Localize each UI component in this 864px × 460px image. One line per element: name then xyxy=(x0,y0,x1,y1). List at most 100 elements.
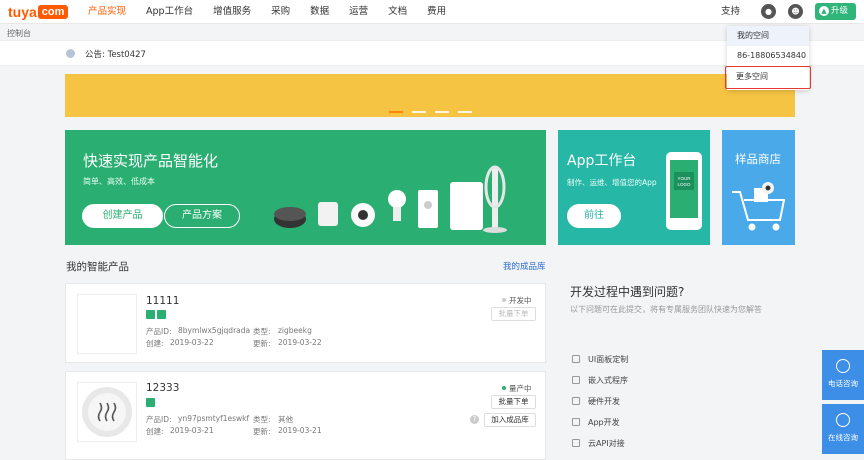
help-item-label: 硬件开发 xyxy=(588,397,620,406)
logo-tail: com xyxy=(37,4,69,19)
product-id-label: 产品ID: xyxy=(146,415,172,424)
product-card[interactable]: 11111 产品ID: 8bymlwx5gjqdrada 类型: zigbeek… xyxy=(65,283,546,363)
carousel-dot[interactable] xyxy=(458,111,472,113)
app-workbench-card: App工作台 制作、运维、增值您的App 前往 YOUR LOGO xyxy=(558,130,710,245)
card-title: App工作台 xyxy=(567,153,637,169)
carousel-dots xyxy=(389,111,481,113)
my-product-library-link[interactable]: 我的成品库 xyxy=(503,260,546,272)
card-title: 快速实现产品智能化 xyxy=(83,152,219,170)
phone-consult-label: 电话咨询 xyxy=(828,379,858,388)
help-item-ui-panel[interactable]: UI面板定制 xyxy=(572,354,628,375)
product-id-label: 产品ID: xyxy=(146,327,172,336)
tuya-logo[interactable]: tuya com xyxy=(8,3,69,20)
wifi-icon xyxy=(157,310,166,319)
phone-illustration: YOUR LOGO xyxy=(666,152,702,230)
product-card[interactable]: 12333 产品ID: yn97psmtyf1eswkf 类型: 其他 创建: … xyxy=(65,371,546,460)
created-label: 创建: xyxy=(146,427,164,436)
updated-label: 更新: xyxy=(253,427,271,436)
nav-value-added[interactable]: 增值服务 xyxy=(213,0,251,24)
space-dropdown: 我的空间 86-18806534840 更多空间 xyxy=(725,26,811,90)
nav-operation[interactable]: 运营 xyxy=(349,0,368,24)
goto-button[interactable]: 前往 xyxy=(567,204,621,228)
product-type: 其他 xyxy=(278,415,293,424)
phone-logo-line2: LOGO xyxy=(677,182,691,187)
card-subtitle: 制作、运维、增值您的App xyxy=(567,178,657,187)
help-item-label: 嵌入式程序 xyxy=(588,376,628,385)
help-item-label: UI面板定制 xyxy=(588,355,629,364)
announcement-icon xyxy=(66,49,75,58)
menu-account[interactable]: 86-18806534840 xyxy=(727,46,809,66)
status-text: 开发中 xyxy=(509,296,532,305)
create-product-button[interactable]: 创建产品 xyxy=(82,204,163,228)
created-date: 2019-03-22 xyxy=(170,338,214,347)
logo-text: tuya xyxy=(8,3,37,20)
help-item-label: App开发 xyxy=(588,418,620,427)
nav-billing[interactable]: 费用 xyxy=(427,0,446,24)
user-avatar-icon[interactable]: ☻ xyxy=(788,4,803,19)
help-item-app[interactable]: App开发 xyxy=(572,417,628,438)
wifi-icon xyxy=(146,398,155,407)
nav-app-workbench[interactable]: App工作台 xyxy=(146,0,193,24)
support-link[interactable]: 支持 xyxy=(721,0,740,24)
message-icon[interactable]: ● xyxy=(761,4,776,19)
carousel-dot[interactable] xyxy=(389,111,403,113)
card-title: 样品商店 xyxy=(735,152,781,166)
bulk-order-button[interactable]: 批量下单 xyxy=(491,395,536,409)
help-item-embedded[interactable]: 嵌入式程序 xyxy=(572,375,628,396)
nav-data[interactable]: 数据 xyxy=(310,0,329,24)
created-date: 2019-03-21 xyxy=(170,426,214,435)
phone-icon xyxy=(836,359,850,373)
product-name[interactable]: 11111 xyxy=(146,295,179,307)
bulk-order-button[interactable]: 批量下单 xyxy=(491,307,536,321)
online-consult-label: 在线咨询 xyxy=(828,433,858,442)
main-nav: 产品实现 App工作台 增值服务 采购 数据 运营 文档 费用 xyxy=(88,0,466,24)
phone-consult-button[interactable]: 电话咨询 xyxy=(822,350,864,400)
sample-store-card[interactable]: 样品商店 xyxy=(722,130,795,245)
hardware-icon xyxy=(572,397,580,405)
updated-date: 2019-03-21 xyxy=(278,426,322,435)
smart-product-card: 快速实现产品智能化 简单、高效、低成本 创建产品 产品方案 xyxy=(65,130,546,245)
upgrade-label: 升级 xyxy=(831,6,849,16)
nav-docs[interactable]: 文档 xyxy=(388,0,407,24)
smart-devices-illustration xyxy=(274,165,507,233)
upgrade-button[interactable]: ▲ 升级 xyxy=(815,3,856,20)
product-thumbnail xyxy=(77,294,137,354)
help-item-label: 云API对接 xyxy=(588,439,625,448)
arrow-up-icon: ▲ xyxy=(819,6,829,16)
help-item-cloud-api[interactable]: 云API对接 xyxy=(572,438,628,459)
breadcrumb[interactable]: 控制台 xyxy=(7,28,31,39)
nav-purchase[interactable]: 采购 xyxy=(271,0,290,24)
product-type: zigbeekg xyxy=(278,326,312,335)
edit-icon xyxy=(146,310,155,319)
menu-more-spaces[interactable]: 更多空间 xyxy=(725,66,811,89)
product-name[interactable]: 12333 xyxy=(146,382,179,394)
help-item-hardware[interactable]: 硬件开发 xyxy=(572,396,628,417)
carousel-dot[interactable] xyxy=(435,111,449,113)
phone-icon xyxy=(572,355,580,363)
my-products-title: 我的智能产品 xyxy=(66,261,129,273)
type-label: 类型: xyxy=(253,327,271,336)
online-consult-button[interactable]: 在线咨询 xyxy=(822,404,864,454)
add-to-library-button[interactable]: 加入成品库 xyxy=(484,413,536,427)
send-icon xyxy=(572,439,580,447)
top-navbar: tuya com 产品实现 App工作台 增值服务 采购 数据 运营 文档 费用… xyxy=(0,0,864,24)
product-thumbnail xyxy=(77,382,137,442)
status-text: 量产中 xyxy=(509,384,532,393)
updated-date: 2019-03-22 xyxy=(278,338,322,347)
status-badge: 量产中 xyxy=(502,383,532,394)
chip-icon xyxy=(572,376,580,384)
help-subtitle: 以下问题可在此提交，将有专属服务团队快速为您解答 xyxy=(570,305,762,314)
created-label: 创建: xyxy=(146,339,164,348)
carousel-dot[interactable] xyxy=(412,111,426,113)
nav-product[interactable]: 产品实现 xyxy=(88,0,126,24)
heater-icon xyxy=(82,387,132,437)
help-topic-list: UI面板定制 嵌入式程序 硬件开发 App开发 云API对接 xyxy=(572,354,628,459)
help-icon[interactable]: ? xyxy=(470,415,479,424)
product-id: 8bymlwx5gjqdrada xyxy=(178,326,251,335)
card-subtitle: 简单、高效、低成本 xyxy=(83,177,155,186)
notice-text[interactable]: 公告: Test0427 xyxy=(85,48,146,60)
product-plan-button[interactable]: 产品方案 xyxy=(164,204,240,228)
type-label: 类型: xyxy=(253,415,271,424)
menu-my-space[interactable]: 我的空间 xyxy=(727,26,809,46)
shopping-cart-icon xyxy=(732,182,786,231)
